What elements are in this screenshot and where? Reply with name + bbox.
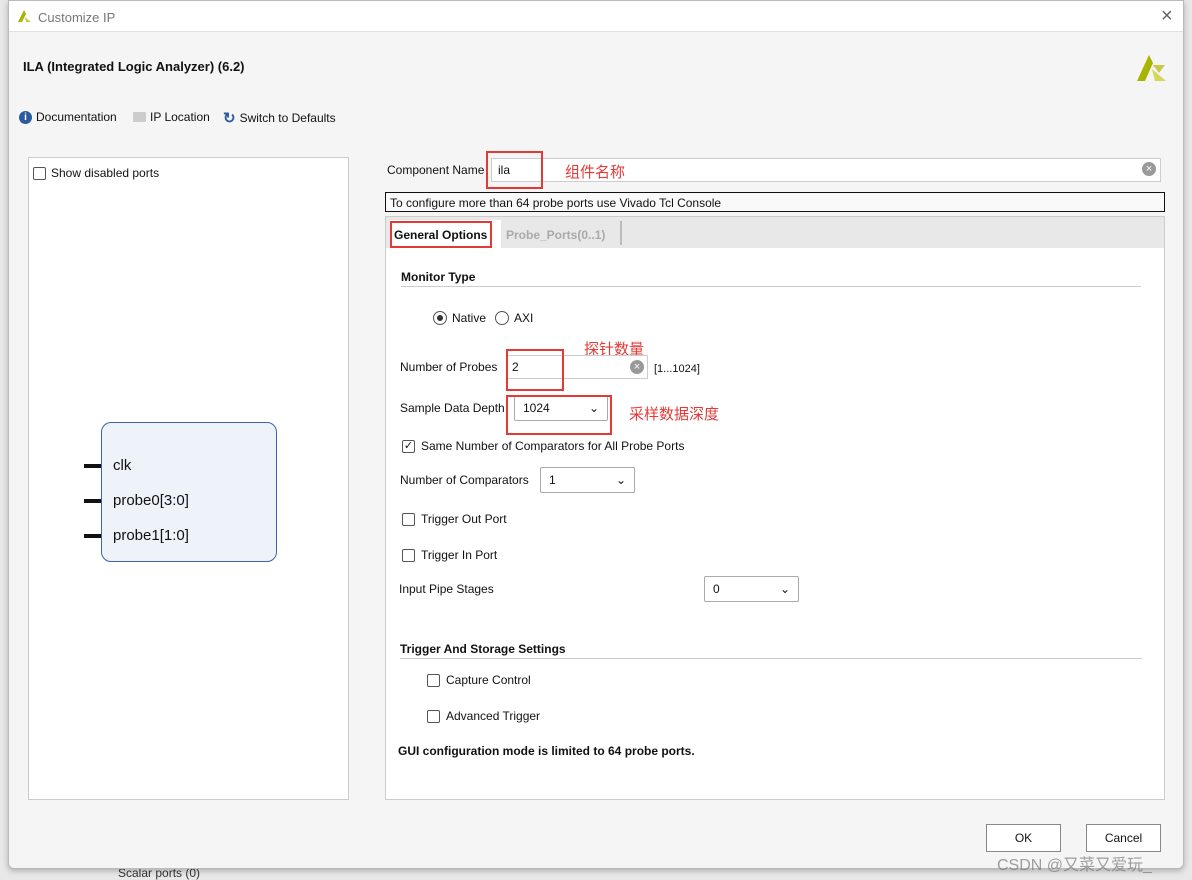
trigger-out-checkbox[interactable]: Trigger Out Port (402, 512, 507, 526)
depth-annotation: 采样数据深度 (629, 406, 720, 423)
component-name-label: Component Name (387, 163, 485, 177)
tab-divider (620, 221, 622, 245)
trigger-in-label: Trigger In Port (421, 548, 498, 562)
window-title: Customize IP (38, 10, 116, 25)
num-comparators-label: Number of Comparators (400, 473, 529, 487)
checkbox-icon (33, 166, 46, 180)
clear-icon[interactable]: × (630, 360, 644, 374)
tab-probe-ports[interactable]: Probe_Ports(0..1) (506, 228, 605, 242)
radio-icon (495, 311, 509, 325)
ip-location-label: IP Location (150, 110, 210, 124)
show-disabled-label: Show disabled ports (51, 166, 160, 180)
native-radio[interactable]: Native (433, 311, 486, 325)
axi-radio[interactable]: AXI (495, 311, 533, 325)
watermark: CSDN @又菜又爱玩_ (997, 857, 1152, 874)
checkbox-icon (427, 709, 440, 723)
port-pin-icon (84, 533, 101, 538)
port-list: clk probe0[3:0] probe1[1:0] (84, 448, 189, 553)
ip-location-button[interactable]: IP Location (133, 110, 210, 124)
capture-control-checkbox[interactable]: Capture Control (427, 673, 531, 687)
gui-note: GUI configuration mode is limited to 64 … (398, 744, 695, 758)
trigger-out-label: Trigger Out Port (421, 512, 507, 526)
pipe-stages-value: 0 (713, 582, 720, 596)
num-comparators-value: 1 (549, 473, 556, 487)
annotation-box (486, 151, 543, 189)
close-button[interactable]: × (1161, 5, 1173, 28)
num-probes-label: Number of Probes (400, 360, 498, 374)
radio-selected-icon (433, 311, 447, 325)
trigger-in-checkbox[interactable]: Trigger In Port (402, 548, 497, 562)
chevron-down-icon: ⌄ (779, 582, 790, 596)
divider (401, 286, 1141, 287)
component-annotation: 组件名称 (565, 164, 626, 181)
documentation-label: Documentation (36, 110, 117, 124)
annotation-box (506, 395, 612, 435)
notice-banner: To configure more than 64 probe ports us… (385, 192, 1165, 212)
axi-label: AXI (514, 311, 534, 325)
capture-control-label: Capture Control (446, 673, 531, 687)
cancel-button[interactable]: Cancel (1086, 824, 1161, 852)
info-icon: i (19, 110, 32, 124)
port-pin-icon (84, 463, 101, 468)
port-pin-icon (84, 498, 101, 503)
ok-button[interactable]: OK (986, 824, 1061, 852)
title-bar: Customize IP × (9, 1, 1183, 32)
tab-bar (386, 217, 1164, 248)
customize-ip-dialog: Customize IP × ILA (Integrated Logic Ana… (8, 0, 1184, 874)
checkbox-checked-icon: ✓ (402, 439, 415, 453)
switch-defaults-button[interactable]: ↻ Switch to Defaults (223, 109, 336, 127)
same-comparators-label: Same Number of Comparators for All Probe… (421, 439, 685, 453)
documentation-button[interactable]: i Documentation (19, 110, 117, 124)
divider (400, 658, 1142, 659)
checkbox-icon (427, 673, 440, 687)
checkbox-icon (402, 548, 415, 562)
advanced-trigger-label: Advanced Trigger (446, 709, 541, 723)
xilinx-logo-icon (1137, 55, 1166, 81)
num-probes-range: [1...1024] (654, 363, 700, 375)
switch-defaults-label: Switch to Defaults (239, 111, 336, 125)
refresh-icon: ↻ (223, 110, 236, 127)
folder-icon (133, 112, 146, 122)
advanced-trigger-checkbox[interactable]: Advanced Trigger (427, 709, 540, 723)
chevron-down-icon: ⌄ (615, 473, 626, 487)
pipe-stages-label: Input Pipe Stages (399, 582, 494, 596)
show-disabled-ports-checkbox[interactable]: Show disabled ports (33, 166, 159, 180)
pipe-stages-select[interactable]: 0 ⌄ (704, 576, 799, 602)
ip-title: ILA (Integrated Logic Analyzer) (6.2) (23, 59, 245, 74)
num-comparators-select[interactable]: 1 ⌄ (540, 467, 635, 493)
trigger-storage-heading: Trigger And Storage Settings (400, 642, 566, 656)
annotation-box (390, 221, 492, 248)
same-comparators-checkbox[interactable]: ✓ Same Number of Comparators for All Pro… (402, 439, 684, 453)
native-label: Native (452, 311, 487, 325)
symbol-panel: Show disabled ports clk probe0[3:0] prob… (28, 157, 349, 800)
port-probe0: probe0[3:0] (84, 483, 189, 518)
depth-label: Sample Data Depth (400, 401, 505, 415)
xilinx-logo-icon (18, 10, 31, 22)
port-probe1: probe1[1:0] (84, 518, 189, 553)
checkbox-icon (402, 512, 415, 526)
clear-icon[interactable]: × (1142, 162, 1156, 176)
annotation-box (506, 349, 564, 391)
monitor-type-heading: Monitor Type (401, 270, 476, 284)
tab-panel: General Options Probe_Ports(0..1) Monito… (385, 216, 1165, 800)
port-clk: clk (84, 448, 189, 483)
